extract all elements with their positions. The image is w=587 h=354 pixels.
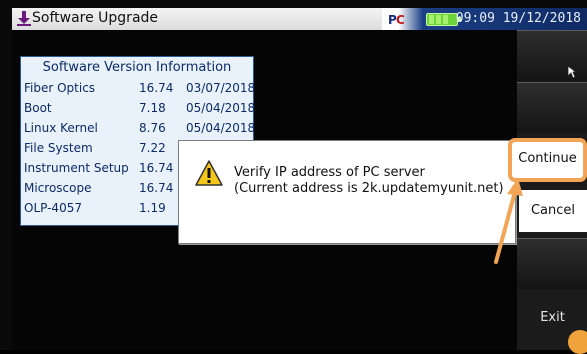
component-date: 05/04/2018 xyxy=(186,101,256,115)
mouse-pointer-icon xyxy=(567,65,577,79)
component-version: 7.22 xyxy=(139,141,166,155)
download-icon xyxy=(17,11,31,26)
window-title: Software Upgrade xyxy=(32,10,159,26)
component-version: 16.74 xyxy=(139,181,174,195)
version-row: Linux Kernel 8.76 05/04/2018 xyxy=(24,121,255,139)
version-row: Fiber Optics 16.74 03/07/2018 xyxy=(24,81,255,99)
version-row: Boot 7.18 05/04/2018 xyxy=(24,101,255,119)
component-date: 03/07/2018 xyxy=(186,81,256,95)
dialog-message: Verify IP address of PC server (Current … xyxy=(234,165,504,197)
component-name: Fiber Optics xyxy=(24,81,96,95)
dialog-line-2: (Current address is 2k.updatemyunit.net) xyxy=(234,181,504,196)
component-version: 7.18 xyxy=(139,101,166,115)
warning-icon xyxy=(195,160,223,186)
component-name: Microscope xyxy=(24,181,92,195)
component-version: 16.74 xyxy=(139,161,174,175)
dialog-line-1: Verify IP address of PC server xyxy=(234,165,425,180)
component-name: OLP-4057 xyxy=(24,201,82,215)
status-area: P C 09:09 19/12/2018 xyxy=(382,8,587,30)
component-name: File System xyxy=(24,141,93,155)
component-name: Boot xyxy=(24,101,52,115)
component-name: Instrument Setup xyxy=(24,161,129,175)
verify-ip-dialog: Verify IP address of PC server (Current … xyxy=(178,140,516,244)
component-version: 8.76 xyxy=(139,121,166,135)
battery-icon xyxy=(426,13,461,26)
component-version: 16.74 xyxy=(139,81,174,95)
clock: 09:09 19/12/2018 xyxy=(455,11,581,26)
corner-highlight xyxy=(568,330,587,354)
svg-text:C: C xyxy=(396,13,405,26)
pc-connection-icon: P C xyxy=(388,13,405,26)
component-name: Linux Kernel xyxy=(24,121,98,135)
softkey-2[interactable] xyxy=(517,82,587,133)
highlight-arrow-icon xyxy=(494,178,523,264)
component-date: 05/04/2018 xyxy=(186,121,256,135)
screen: Software Upgrade P C 09:09 19/12/2018 So… xyxy=(0,0,587,354)
panel-title: Software Version Information xyxy=(42,60,232,75)
component-version: 1.19 xyxy=(139,201,166,215)
